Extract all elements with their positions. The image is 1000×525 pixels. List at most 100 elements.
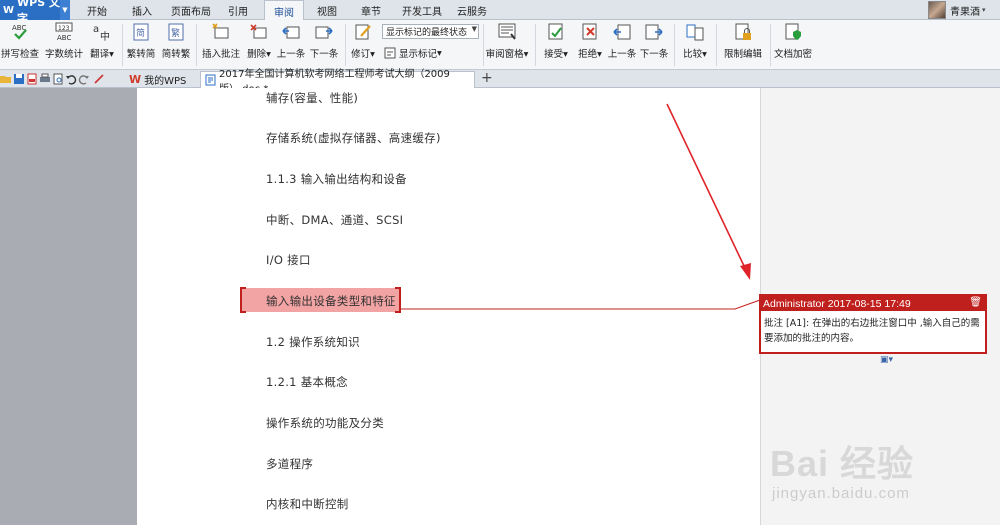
paragraph: I/O 接口 [266,253,311,267]
insert-comment-icon [211,22,231,42]
revise-button[interactable]: 修订▾ [348,22,378,68]
svg-text:ABC: ABC [57,34,71,42]
undo-icon[interactable] [65,73,77,85]
lock-icon [733,22,753,42]
svg-text:中: 中 [100,30,110,42]
paragraph: 辅存(容量、性能) [266,91,359,105]
spell-check-button[interactable]: ABC 拼写检查 [0,22,42,68]
prev-change-button[interactable]: 上一条 [607,22,637,68]
watermark-main: Bai 经验 [770,443,915,484]
document-page[interactable]: 辅存(容量、性能) 存储系统(虚拟存储器、高速缓存) 1.1.3 输入输出结构和… [137,88,760,525]
baidu-watermark: Bai 经验 jingyan.baidu.com [770,435,995,515]
reject-icon [580,22,600,42]
prev-comment-button[interactable]: 上一条 [276,22,306,68]
next-change-button[interactable]: 下一条 [639,22,669,68]
comment-options-icon[interactable]: ▣▾ [880,355,893,365]
user-name: 青果酒 [950,6,980,18]
encrypt-document-button[interactable]: 文档加密 [773,22,813,68]
export-pdf-icon[interactable] [26,73,38,85]
svg-text:a: a [93,24,99,35]
select-dropdown-icon: ▼ [471,25,477,33]
next-comment-icon [314,22,334,42]
show-markup-icon [384,47,396,59]
compare-button[interactable]: 比较▾ [679,22,711,68]
accept-button[interactable]: 接受▾ [540,22,572,68]
paragraph: 操作系统的功能及分类 [266,416,384,430]
tab-insert[interactable]: 插入 [124,0,160,20]
compare-icon [685,22,705,42]
avatar [928,1,946,19]
menu-bar: W WPS 文字 ▼ 开始 插入 页面布局 引用 审阅 视图 章节 开发工具 云… [0,0,1000,25]
delete-icon[interactable]: 🗑 [969,297,982,308]
spell-check-icon: ABC [10,22,30,42]
comment-header: Administrator 2017-08-15 17:49 🗑 [761,296,985,311]
translate-button[interactable]: a中 翻译▾ [86,22,118,68]
print-preview-icon[interactable] [52,73,64,85]
reject-button[interactable]: 拒绝▾ [574,22,606,68]
simp-to-trad-icon: 繁 [166,22,186,42]
print-icon[interactable] [39,73,51,85]
paragraph: 1.1.3 输入输出结构和设备 [266,172,407,186]
tab-page-layout[interactable]: 页面布局 [165,0,217,20]
prev-comment-icon [281,22,301,42]
tab-mywps[interactable]: W 我的WPS [125,71,195,88]
tab-home[interactable]: 开始 [78,0,116,20]
markup-display-select[interactable]: 显示标记的最终状态 ▼ [382,24,479,39]
tab-cloud[interactable]: 云服务 [452,0,492,20]
paragraph: 1.2 操作系统知识 [266,335,360,349]
tab-review[interactable]: 审阅 [264,0,304,21]
tab-references[interactable]: 引用 [222,0,254,20]
user-dropdown-icon[interactable]: ▾ [982,6,986,14]
shield-icon [783,22,803,42]
folder-icon[interactable] [0,73,12,85]
save-icon[interactable] [13,73,25,85]
trad-to-simp-button[interactable]: 简 繁转简 [124,22,158,68]
customize-arrow-icon[interactable] [93,73,105,85]
paragraph-commented: 输入输出设备类型和特征 [266,294,396,308]
quick-access-bar: W 我的WPS 2017年全国计算机软考网络工程师考试大纲（2009版）.doc… [0,69,1000,95]
ribbon-separator [535,24,536,66]
app-menu-button[interactable]: W WPS 文字 ▼ [0,0,70,25]
wps-w-icon: W [129,73,142,86]
review-pane-icon [497,22,517,42]
tab-chapter[interactable]: 章节 [352,0,390,20]
word-count-button[interactable]: 123 ABC 字数统计 [44,22,84,68]
track-changes-icon [353,22,373,42]
wps-logo-icon: W [3,4,15,16]
app-dropdown-icon[interactable]: ▼ [60,0,70,20]
word-count-icon: 123 ABC [54,22,74,42]
paragraph: 多道程序 [266,457,314,471]
insert-comment-button[interactable]: 插入批注 [199,22,243,68]
ribbon-separator [674,24,675,66]
svg-text:繁: 繁 [171,27,180,39]
delete-comment-button[interactable]: 删除▾ [244,22,274,68]
comment-bracket-left [240,287,246,313]
svg-text:简: 简 [136,27,145,39]
comment-body[interactable]: 批注 [A1]: 在弹出的右边批注窗口中 ,输入自己的需要添加的批注的内容。 [761,311,985,346]
accept-icon [546,22,566,42]
tab-view[interactable]: 视图 [309,0,345,20]
doc-icon [205,74,216,86]
restrict-edit-button[interactable]: 限制编辑 [721,22,765,68]
tab-document[interactable]: 2017年全国计算机软考网络工程师考试大纲（2009版）.doc * [200,69,475,95]
paragraph: 中断、DMA、通道、SCSI [266,213,404,227]
paragraph: 1.2.1 基本概念 [266,375,348,389]
simp-to-trad-button[interactable]: 繁 简转繁 [159,22,193,68]
watermark-url: jingyan.baidu.com [772,485,910,502]
paragraph: 内核和中断控制 [266,497,349,511]
prev-change-icon [612,22,632,42]
user-account[interactable]: 青果酒 ▾ [928,0,1000,20]
trad-to-simp-icon: 简 [131,22,151,42]
tab-developer[interactable]: 开发工具 [396,0,448,20]
next-change-icon [644,22,664,42]
review-pane-button[interactable]: 审阅窗格▾ [485,22,529,68]
ribbon-separator [770,24,771,66]
next-comment-button[interactable]: 下一条 [309,22,339,68]
redo-icon[interactable] [78,73,90,85]
new-tab-button[interactable]: + [481,70,493,86]
ribbon-separator [483,24,484,66]
comment-box[interactable]: Administrator 2017-08-15 17:49 🗑 批注 [A1]… [759,294,987,354]
ribbon-review: ABC 拼写检查 123 ABC 字数统计 a中 翻译▾ 简 繁转简 繁 简转繁 … [0,20,1000,70]
ribbon-separator [122,24,123,66]
show-markup-button[interactable]: 显示标记 ▾ [384,45,442,61]
